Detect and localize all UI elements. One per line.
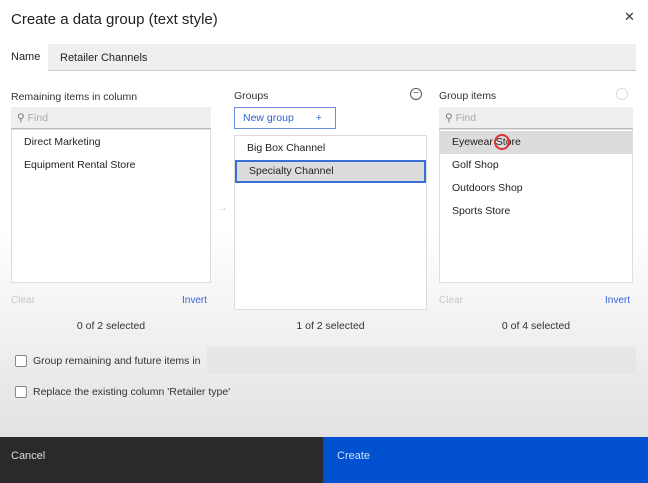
list-item[interactable]: Big Box Channel: [235, 137, 426, 160]
list-item[interactable]: Sports Store: [440, 200, 632, 223]
list-item[interactable]: Direct Marketing: [12, 131, 210, 154]
close-icon[interactable]: ✕: [624, 9, 635, 25]
group-items-find-input[interactable]: ⚲ Find: [439, 107, 633, 129]
create-button[interactable]: Create: [323, 437, 648, 483]
cursor-highlight: [494, 134, 510, 150]
group-items-clear-button[interactable]: Clear: [439, 295, 463, 306]
remaining-find-input[interactable]: ⚲ Find: [11, 107, 211, 129]
remaining-label: Remaining items in column: [11, 91, 138, 103]
list-item[interactable]: Equipment Rental Store: [12, 154, 210, 177]
group-remaining-checkbox[interactable]: [15, 355, 27, 367]
list-item[interactable]: Eyewear Store: [440, 131, 632, 154]
remaining-count: 0 of 2 selected: [76, 320, 146, 332]
list-item[interactable]: Outdoors Shop: [440, 177, 632, 200]
group-remaining-label: Group remaining and future items in: [33, 355, 201, 367]
group-items-count: 0 of 4 selected: [501, 320, 571, 332]
remove-item-icon: [616, 88, 628, 100]
plus-icon: +: [315, 112, 322, 124]
replace-column-label: Replace the existing column 'Retailer ty…: [33, 386, 231, 398]
dialog-title: Create a data group (text style): [11, 11, 218, 28]
name-input[interactable]: Retailer Channels: [48, 44, 636, 71]
group-remaining-input[interactable]: [207, 347, 636, 374]
groups-list: Big Box Channel Specialty Channel: [234, 135, 427, 310]
new-group-button[interactable]: New group +: [234, 107, 336, 129]
cancel-button[interactable]: Cancel: [0, 437, 323, 483]
groups-label: Groups: [234, 90, 269, 102]
search-icon: ⚲: [445, 112, 453, 124]
remaining-clear-button[interactable]: Clear: [11, 295, 35, 306]
group-items-invert-button[interactable]: Invert: [605, 295, 630, 306]
groups-count: 1 of 2 selected: [296, 320, 365, 332]
search-icon: ⚲: [17, 112, 25, 124]
replace-column-checkbox[interactable]: [15, 386, 27, 398]
move-arrow-icon[interactable]: →: [217, 202, 228, 214]
list-item[interactable]: Golf Shop: [440, 154, 632, 177]
remaining-list: Direct Marketing Equipment Rental Store: [11, 129, 211, 283]
group-items-list: Eyewear Store Golf Shop Outdoors Shop Sp…: [439, 129, 633, 283]
remove-group-icon[interactable]: −: [410, 88, 422, 100]
remaining-invert-button[interactable]: Invert: [182, 295, 207, 306]
name-label: Name: [11, 51, 41, 63]
group-items-label: Group items: [439, 90, 497, 102]
list-item-selected[interactable]: Specialty Channel: [235, 160, 426, 183]
